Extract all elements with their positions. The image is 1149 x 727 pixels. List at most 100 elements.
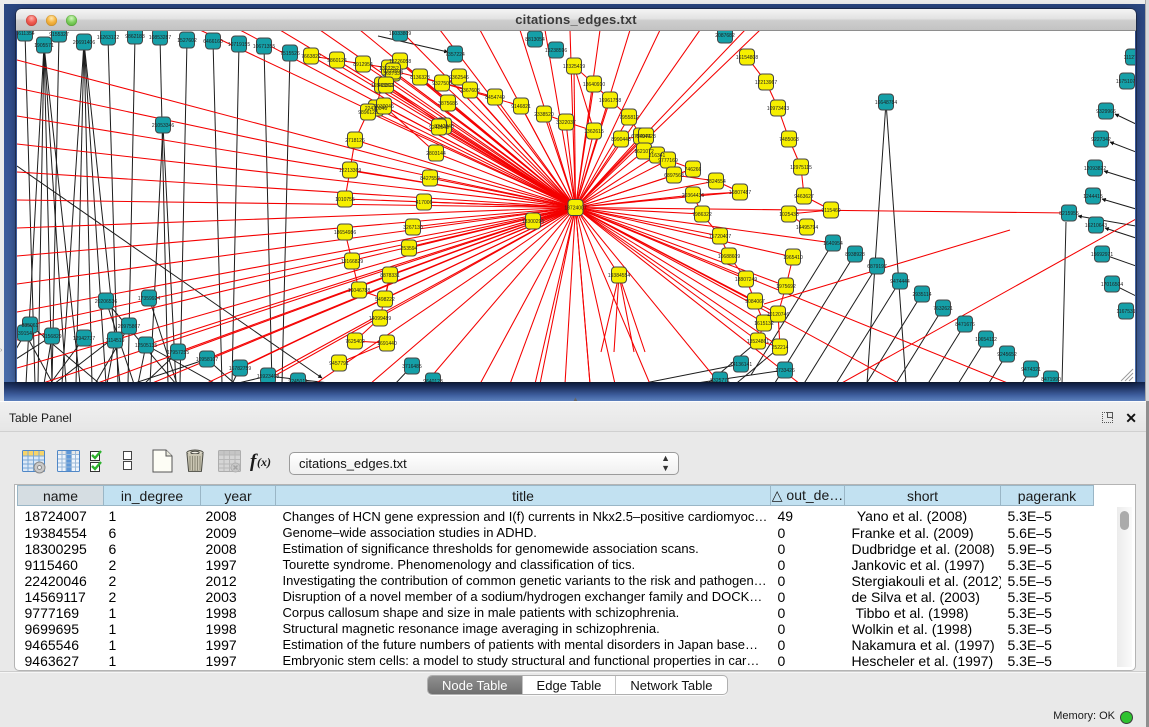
svg-text:3716485: 3716485 [402,364,422,370]
svg-text:13238596: 13238596 [545,48,567,54]
svg-text:9155327: 9155327 [49,32,69,38]
svg-text:1975692: 1975692 [776,284,796,290]
svg-text:18654986: 18654986 [334,230,356,236]
svg-text:1640954: 1640954 [823,241,843,247]
svg-text:2803144: 2803144 [426,151,446,157]
svg-text:16033809: 16033809 [389,31,411,37]
svg-text:16210643: 16210643 [1085,223,1107,229]
svg-text:10973493: 10973493 [767,106,789,112]
svg-text:18724007: 18724007 [564,206,586,212]
svg-text:3267130: 3267130 [403,225,423,231]
svg-text:8215955: 8215955 [1059,211,1079,217]
svg-text:9146821: 9146821 [511,104,531,110]
svg-text:8990448: 8990448 [611,137,631,143]
svg-text:9327508: 9327508 [383,69,403,75]
svg-text:2338520: 2338520 [534,112,554,118]
svg-text:17016504: 17016504 [1101,282,1123,288]
svg-text:14099489: 14099489 [369,316,391,322]
svg-text:15720407: 15720407 [709,234,731,240]
svg-text:835061: 835061 [22,323,39,329]
svg-text:1611354: 1611354 [17,31,35,37]
svg-text:1112763: 1112763 [1124,55,1135,61]
svg-text:1733426: 1733426 [775,368,795,374]
svg-text:1615132: 1615132 [754,321,774,327]
svg-text:1691440: 1691440 [377,341,397,347]
svg-text:7986322: 7986322 [692,212,712,218]
svg-text:1527602: 1527602 [177,38,197,44]
svg-text:9474321: 9474321 [1021,367,1041,373]
svg-text:16648784: 16648784 [875,100,897,106]
svg-text:20975867: 20975867 [118,324,140,330]
svg-text:8454749: 8454749 [485,95,505,101]
svg-text:8912954: 8912954 [353,62,373,68]
svg-text:8136323: 8136323 [410,75,430,81]
svg-text:3875685: 3875685 [438,101,458,107]
svg-text:12213369: 12213369 [339,168,361,174]
svg-text:3322037: 3322037 [556,120,576,126]
svg-text:9084067: 9084067 [745,299,765,305]
svg-text:1114519: 1114519 [106,338,125,344]
svg-text:9245652: 9245652 [997,352,1017,358]
svg-text:3824554: 3824554 [706,179,726,185]
svg-text:13640910: 13640910 [583,82,605,88]
svg-text:7625402: 7625402 [345,339,365,345]
svg-text:2087682: 2087682 [715,33,735,39]
svg-text:6794028: 6794028 [636,134,656,140]
svg-text:10671355: 10671355 [253,44,275,50]
svg-text:9242843: 9242843 [429,125,449,131]
svg-text:19384554: 19384554 [608,273,630,279]
svg-text:10654112: 10654112 [975,337,997,343]
svg-text:8878331: 8878331 [380,273,400,279]
svg-text:9463627: 9463627 [794,194,814,200]
svg-text:16961758: 16961758 [599,98,621,104]
svg-text:1167531: 1167531 [1116,309,1135,315]
svg-text:7632621: 7632621 [933,306,953,312]
svg-text:8325771: 8325771 [710,378,730,382]
svg-text:13226058: 13226058 [389,59,411,65]
svg-text:10120746: 10120746 [767,312,789,318]
svg-text:6466160: 6466160 [203,39,223,45]
svg-text:417006: 417006 [416,200,433,206]
svg-text:18300295: 18300295 [522,219,544,225]
svg-text:12213967: 12213967 [755,80,777,86]
svg-text:9227342: 9227342 [1091,137,1111,143]
svg-text:9245011: 9245011 [288,379,307,382]
svg-text:9896123: 9896123 [358,110,378,116]
svg-text:10688609: 10688609 [718,254,740,260]
svg-text:17359924: 17359924 [138,296,160,302]
svg-text:19166829: 19166829 [341,259,363,265]
svg-text:1010755: 1010755 [335,197,355,203]
svg-text:5498222: 5498222 [375,297,395,303]
svg-text:12942737: 12942737 [73,336,95,342]
svg-text:(x): (x) [257,455,271,469]
svg-text:2030046: 2030046 [374,104,394,110]
svg-text:433312: 433312 [378,83,395,89]
svg-text:12093822: 12093822 [1084,166,1106,172]
svg-text:253594: 253594 [401,246,418,252]
svg-text:16046788: 16046788 [348,288,370,294]
svg-text:9860124: 9860124 [327,58,347,64]
svg-text:7485063: 7485063 [779,137,799,143]
svg-text:8427552: 8427552 [420,176,440,182]
svg-text:16782759: 16782759 [229,366,251,372]
svg-text:10853287: 10853287 [149,35,171,41]
svg-text:16154808: 16154808 [736,55,758,61]
svg-text:16263172: 16263172 [97,35,119,41]
svg-text:12975115: 12975115 [790,165,812,171]
svg-text:2935114: 2935114 [912,292,931,298]
svg-text:2718126: 2718126 [345,138,365,144]
svg-text:7515526: 7515526 [280,51,300,57]
svg-text:9777169: 9777169 [658,158,678,164]
svg-text:2367608: 2367608 [460,88,480,94]
svg-text:20691406: 20691406 [73,40,95,46]
svg-text:1905571: 1905571 [34,43,54,49]
svg-text:9457791: 9457791 [329,361,349,367]
svg-text:15923468: 15923468 [257,374,279,380]
svg-text:6879197: 6879197 [867,264,887,270]
svg-text:252214: 252214 [772,345,789,351]
svg-text:39154: 39154 [18,331,32,337]
svg-text:17957255: 17957255 [167,350,189,356]
svg-text:9474444: 9474444 [890,279,910,285]
svg-text:10958107: 10958107 [196,357,218,363]
svg-text:8471990: 8471990 [1041,377,1061,382]
